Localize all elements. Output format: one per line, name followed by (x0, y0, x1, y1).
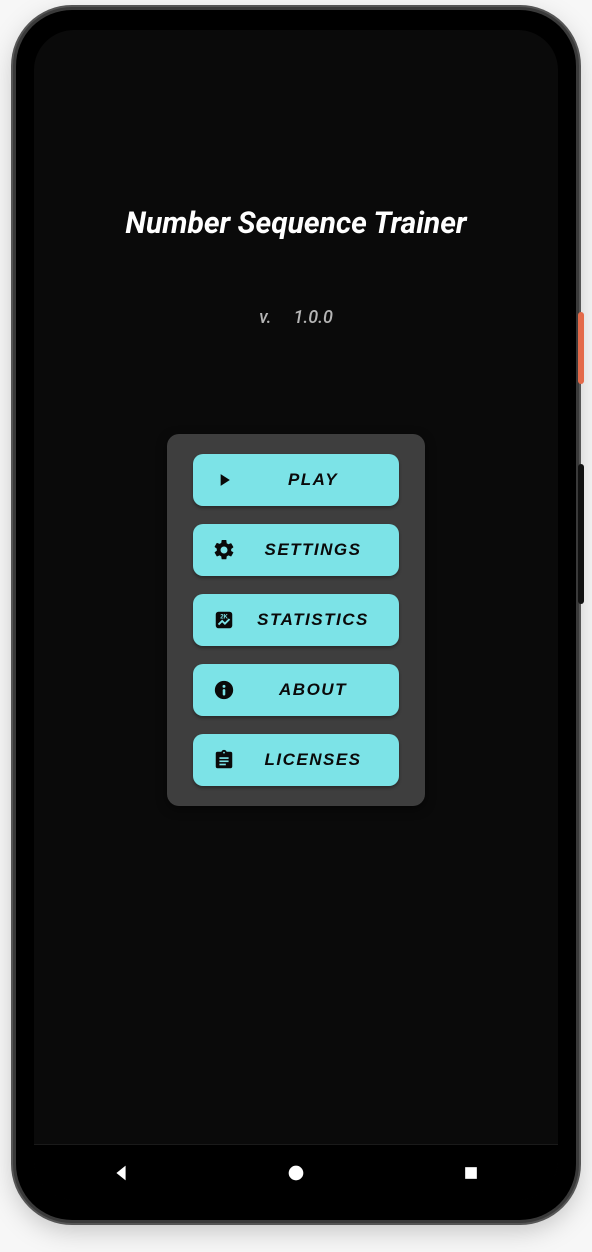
clipboard-icon (211, 747, 237, 773)
about-button[interactable]: ABOUT (193, 664, 399, 716)
version-number: 1.0.0 (293, 307, 332, 328)
main-menu-panel: PLAY SETTINGS 2K (167, 434, 425, 806)
play-icon (211, 467, 237, 493)
screen: Number Sequence Trainer v. 1.0.0 PLAY SE… (34, 30, 558, 1200)
gear-icon (211, 537, 237, 563)
about-label: ABOUT (255, 680, 381, 700)
android-nav-bar (34, 1144, 558, 1200)
app-title: Number Sequence Trainer (125, 206, 466, 241)
version-prefix: v. (259, 307, 271, 328)
device-power-button (578, 312, 584, 384)
licenses-label: LICENSES (255, 750, 381, 770)
nav-recent-button[interactable] (431, 1163, 511, 1183)
info-icon (211, 677, 237, 703)
settings-label: SETTINGS (255, 540, 381, 560)
nav-home-button[interactable] (256, 1162, 336, 1184)
phone-device-frame: Number Sequence Trainer v. 1.0.0 PLAY SE… (16, 10, 576, 1220)
play-button[interactable]: PLAY (193, 454, 399, 506)
statistics-label: STATISTICS (255, 610, 381, 630)
app-main-area: Number Sequence Trainer v. 1.0.0 PLAY SE… (34, 86, 558, 1144)
statistics-button[interactable]: 2K STATISTICS (193, 594, 399, 646)
licenses-button[interactable]: LICENSES (193, 734, 399, 786)
chart-icon: 2K (211, 607, 237, 633)
status-bar (34, 30, 558, 86)
nav-back-button[interactable] (81, 1162, 161, 1184)
settings-button[interactable]: SETTINGS (193, 524, 399, 576)
svg-text:2K: 2K (220, 615, 228, 621)
version-row: v. 1.0.0 (259, 307, 333, 328)
play-label: PLAY (255, 470, 381, 490)
device-volume-button (578, 464, 584, 604)
